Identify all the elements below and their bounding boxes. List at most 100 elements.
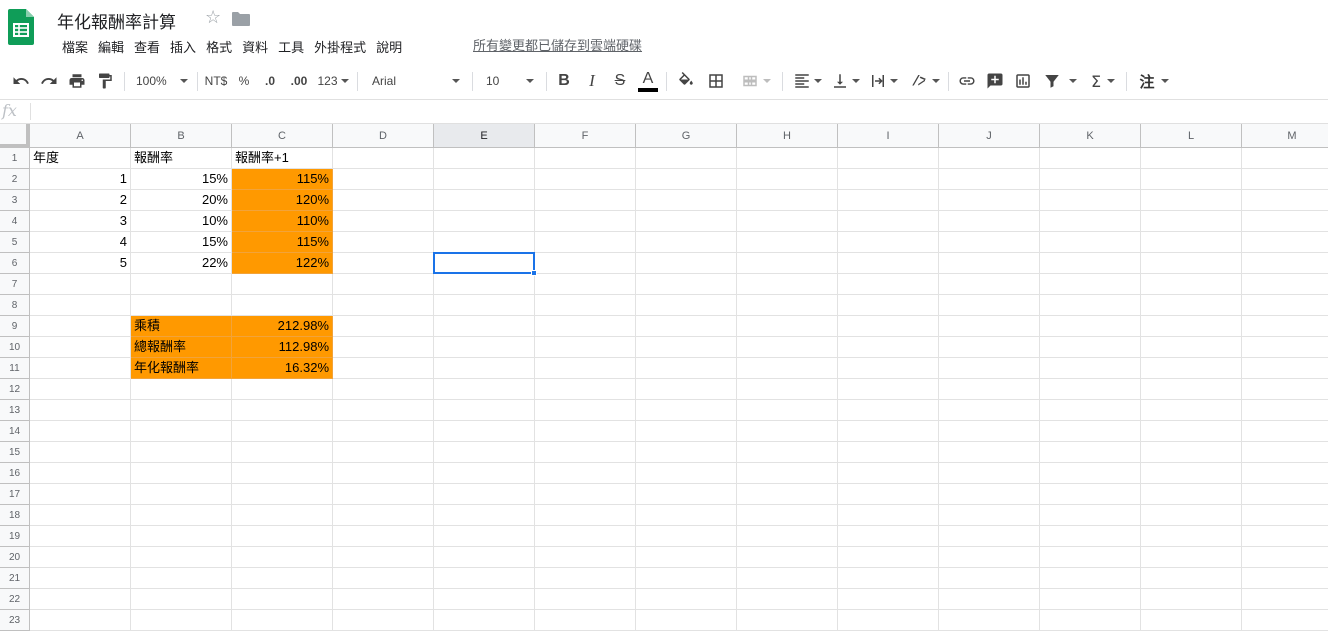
cell-c15[interactable] xyxy=(232,442,333,463)
cell-e9[interactable] xyxy=(434,316,535,337)
cell-d13[interactable] xyxy=(333,400,434,421)
cell-m2[interactable] xyxy=(1242,169,1328,190)
cell-c23[interactable] xyxy=(232,610,333,631)
cell-f11[interactable] xyxy=(535,358,636,379)
cell-c21[interactable] xyxy=(232,568,333,589)
cell-j19[interactable] xyxy=(939,526,1040,547)
merge-cells-icon[interactable] xyxy=(736,68,776,94)
cell-h17[interactable] xyxy=(737,484,838,505)
cell-i9[interactable] xyxy=(838,316,939,337)
cell-h6[interactable] xyxy=(737,253,838,274)
cell-g4[interactable] xyxy=(636,211,737,232)
cell-d12[interactable] xyxy=(333,379,434,400)
cell-e5[interactable] xyxy=(434,232,535,253)
cell-m21[interactable] xyxy=(1242,568,1328,589)
column-header-f[interactable]: F xyxy=(535,124,636,148)
cell-h9[interactable] xyxy=(737,316,838,337)
undo-icon[interactable] xyxy=(10,68,32,94)
cell-i1[interactable] xyxy=(838,148,939,169)
menu-addons[interactable]: 外掛程式 xyxy=(309,36,371,56)
cell-a21[interactable] xyxy=(30,568,131,589)
cell-k10[interactable] xyxy=(1040,337,1141,358)
cell-f13[interactable] xyxy=(535,400,636,421)
cell-j17[interactable] xyxy=(939,484,1040,505)
cell-f3[interactable] xyxy=(535,190,636,211)
cell-e4[interactable] xyxy=(434,211,535,232)
cell-k22[interactable] xyxy=(1040,589,1141,610)
cell-c6[interactable]: 122% xyxy=(232,253,333,274)
cell-d3[interactable] xyxy=(333,190,434,211)
row-header-20[interactable]: 20 xyxy=(0,547,30,568)
cell-l22[interactable] xyxy=(1141,589,1242,610)
increase-decimal-button[interactable]: .00 xyxy=(286,68,312,94)
cell-j3[interactable] xyxy=(939,190,1040,211)
cell-c2[interactable]: 115% xyxy=(232,169,333,190)
cell-l3[interactable] xyxy=(1141,190,1242,211)
menu-view[interactable]: 查看 xyxy=(129,36,165,56)
cell-b12[interactable] xyxy=(131,379,232,400)
cell-g19[interactable] xyxy=(636,526,737,547)
cell-g7[interactable] xyxy=(636,274,737,295)
cell-d22[interactable] xyxy=(333,589,434,610)
cell-i14[interactable] xyxy=(838,421,939,442)
cell-m6[interactable] xyxy=(1242,253,1328,274)
cell-c18[interactable] xyxy=(232,505,333,526)
cell-k11[interactable] xyxy=(1040,358,1141,379)
row-header-18[interactable]: 18 xyxy=(0,505,30,526)
cell-d15[interactable] xyxy=(333,442,434,463)
cell-b10[interactable]: 總報酬率 xyxy=(131,337,232,358)
decrease-decimal-button[interactable]: .0 xyxy=(259,68,281,94)
cell-j11[interactable] xyxy=(939,358,1040,379)
cell-d6[interactable] xyxy=(333,253,434,274)
cell-e2[interactable] xyxy=(434,169,535,190)
redo-icon[interactable] xyxy=(38,68,60,94)
cell-d21[interactable] xyxy=(333,568,434,589)
cell-k16[interactable] xyxy=(1040,463,1141,484)
row-header-19[interactable]: 19 xyxy=(0,526,30,547)
cell-h19[interactable] xyxy=(737,526,838,547)
cell-d5[interactable] xyxy=(333,232,434,253)
text-rotation-icon[interactable] xyxy=(906,68,942,94)
cell-j23[interactable] xyxy=(939,610,1040,631)
cell-k1[interactable] xyxy=(1040,148,1141,169)
cell-d16[interactable] xyxy=(333,463,434,484)
menu-help[interactable]: 說明 xyxy=(371,36,407,56)
cell-a13[interactable] xyxy=(30,400,131,421)
cell-h20[interactable] xyxy=(737,547,838,568)
formula-input[interactable] xyxy=(36,104,1316,121)
column-header-e[interactable]: E xyxy=(434,124,535,148)
cell-c10[interactable]: 112.98% xyxy=(232,337,333,358)
cell-f17[interactable] xyxy=(535,484,636,505)
cell-d20[interactable] xyxy=(333,547,434,568)
cell-h4[interactable] xyxy=(737,211,838,232)
insert-link-icon[interactable] xyxy=(955,68,979,94)
cell-k12[interactable] xyxy=(1040,379,1141,400)
row-header-5[interactable]: 5 xyxy=(0,232,30,253)
cell-g21[interactable] xyxy=(636,568,737,589)
cell-g16[interactable] xyxy=(636,463,737,484)
cell-b23[interactable] xyxy=(131,610,232,631)
cell-h3[interactable] xyxy=(737,190,838,211)
cell-a18[interactable] xyxy=(30,505,131,526)
cell-a2[interactable]: 1 xyxy=(30,169,131,190)
cell-f9[interactable] xyxy=(535,316,636,337)
cell-l19[interactable] xyxy=(1141,526,1242,547)
cell-b13[interactable] xyxy=(131,400,232,421)
row-header-14[interactable]: 14 xyxy=(0,421,30,442)
zoom-select[interactable]: 100% xyxy=(132,68,192,94)
cell-k8[interactable] xyxy=(1040,295,1141,316)
cell-b9[interactable]: 乘積 xyxy=(131,316,232,337)
cell-k14[interactable] xyxy=(1040,421,1141,442)
cell-g8[interactable] xyxy=(636,295,737,316)
cell-d9[interactable] xyxy=(333,316,434,337)
cell-m19[interactable] xyxy=(1242,526,1328,547)
column-header-h[interactable]: H xyxy=(737,124,838,148)
cell-l17[interactable] xyxy=(1141,484,1242,505)
cell-b7[interactable] xyxy=(131,274,232,295)
cell-a16[interactable] xyxy=(30,463,131,484)
row-header-9[interactable]: 9 xyxy=(0,316,30,337)
cell-e16[interactable] xyxy=(434,463,535,484)
cell-m11[interactable] xyxy=(1242,358,1328,379)
cell-k19[interactable] xyxy=(1040,526,1141,547)
cell-e17[interactable] xyxy=(434,484,535,505)
